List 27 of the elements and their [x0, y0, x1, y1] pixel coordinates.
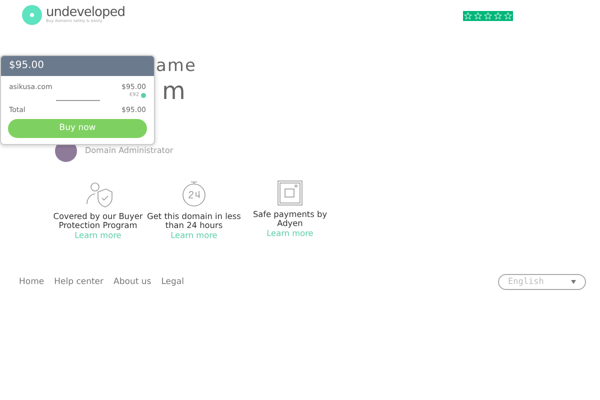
caret-icon: [571, 280, 576, 284]
clock-24-icon: [180, 180, 208, 208]
footer-link[interactable]: Home: [19, 276, 44, 289]
owner-role: Domain Administrator: [85, 145, 174, 157]
star-icon: [463, 11, 473, 21]
domain-heading: ame: [156, 56, 196, 76]
learn-more-link[interactable]: Learn more: [170, 230, 218, 240]
language-select[interactable]: English: [498, 274, 586, 290]
star-icon: [503, 11, 513, 21]
footer-link[interactable]: About us: [114, 276, 152, 289]
logo-icon: [22, 5, 42, 25]
feature-title: Get this domain in less than 24 hours: [146, 212, 242, 231]
feature-title: Covered by our Buyer Protection Program: [52, 212, 144, 231]
star-icon: [493, 11, 503, 21]
star-icon: [483, 11, 493, 21]
footer-link[interactable]: Legal: [161, 276, 184, 289]
domain-heading: m: [162, 77, 186, 105]
cart-price: $95.00: [9, 60, 44, 71]
buy-now-button[interactable]: Buy now: [8, 119, 147, 138]
learn-more-link[interactable]: Learn more: [266, 228, 314, 238]
learn-more-link[interactable]: Learn more: [74, 230, 122, 240]
info-icon[interactable]: [141, 92, 146, 98]
feature-title: Safe payments by Adyen: [252, 210, 328, 229]
logo-name: undeveloped: [46, 6, 125, 20]
card-frame-icon: [277, 180, 303, 206]
star-icon: [473, 11, 483, 21]
footer-link[interactable]: Help center: [54, 276, 104, 289]
